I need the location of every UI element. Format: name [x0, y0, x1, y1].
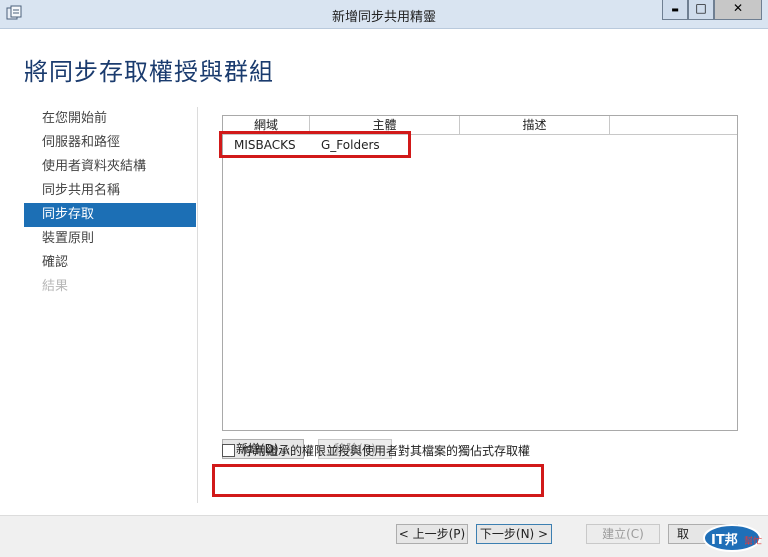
close-icon: ✕	[732, 1, 744, 15]
group-list[interactable]: 網域 主體 描述 MISBACKS G_Folders	[222, 115, 738, 431]
next-button[interactable]: 下一步(N) >	[476, 524, 552, 544]
watermark-subtext: 幫忙	[744, 535, 762, 547]
ithome-watermark: IT邦 幫忙	[702, 520, 766, 554]
column-header-description[interactable]: 描述	[460, 116, 610, 134]
row-highlight-box	[219, 131, 411, 158]
window-title: 新增同步共用精靈	[331, 10, 436, 25]
close-button[interactable]: ✕	[714, 0, 762, 20]
nav-item-sync-access[interactable]: 同步存取	[24, 203, 196, 227]
disable-inheritance-checkbox[interactable]	[222, 444, 235, 457]
page-title: 將同步存取權授與群組	[24, 58, 274, 86]
maximize-button[interactable]: □	[688, 0, 714, 20]
wizard-steps-nav: 在您開始前 伺服器和路徑 使用者資料夾結構 同步共用名稱 同步存取 裝置原則 確…	[24, 107, 196, 299]
maximize-icon: □	[695, 1, 707, 15]
checkbox-highlight-box	[212, 464, 544, 497]
minimize-button[interactable]: ▬	[662, 0, 688, 20]
nav-item-user-folder-structure[interactable]: 使用者資料夾結構	[24, 155, 196, 179]
create-button[interactable]: 建立(C)	[586, 524, 660, 544]
nav-item-before-you-begin[interactable]: 在您開始前	[24, 107, 196, 131]
nav-item-results: 結果	[42, 279, 69, 294]
watermark-text: IT邦	[711, 532, 738, 548]
minimize-icon: ▬	[671, 5, 679, 14]
nav-item-server-and-path[interactable]: 伺服器和路徑	[24, 131, 196, 155]
wizard-window: 新增同步共用精靈 ▬ □ ✕ 將同步存取權授與群組 在您開始前 伺服器和路徑 使…	[0, 0, 768, 557]
nav-item-confirmation[interactable]: 確認	[24, 251, 196, 275]
column-header-filler	[610, 116, 737, 134]
nav-divider	[197, 107, 198, 503]
nav-item-device-policies[interactable]: 裝置原則	[24, 227, 196, 251]
nav-item-sync-share-name[interactable]: 同步共用名稱	[24, 179, 196, 203]
previous-button[interactable]: < 上一步(P)	[396, 524, 468, 544]
title-bar: 新增同步共用精靈 ▬ □ ✕	[0, 0, 768, 29]
disable-inheritance-label[interactable]: 停用繼承的權限並授與使用者對其檔案的獨佔式存取權	[242, 442, 530, 459]
